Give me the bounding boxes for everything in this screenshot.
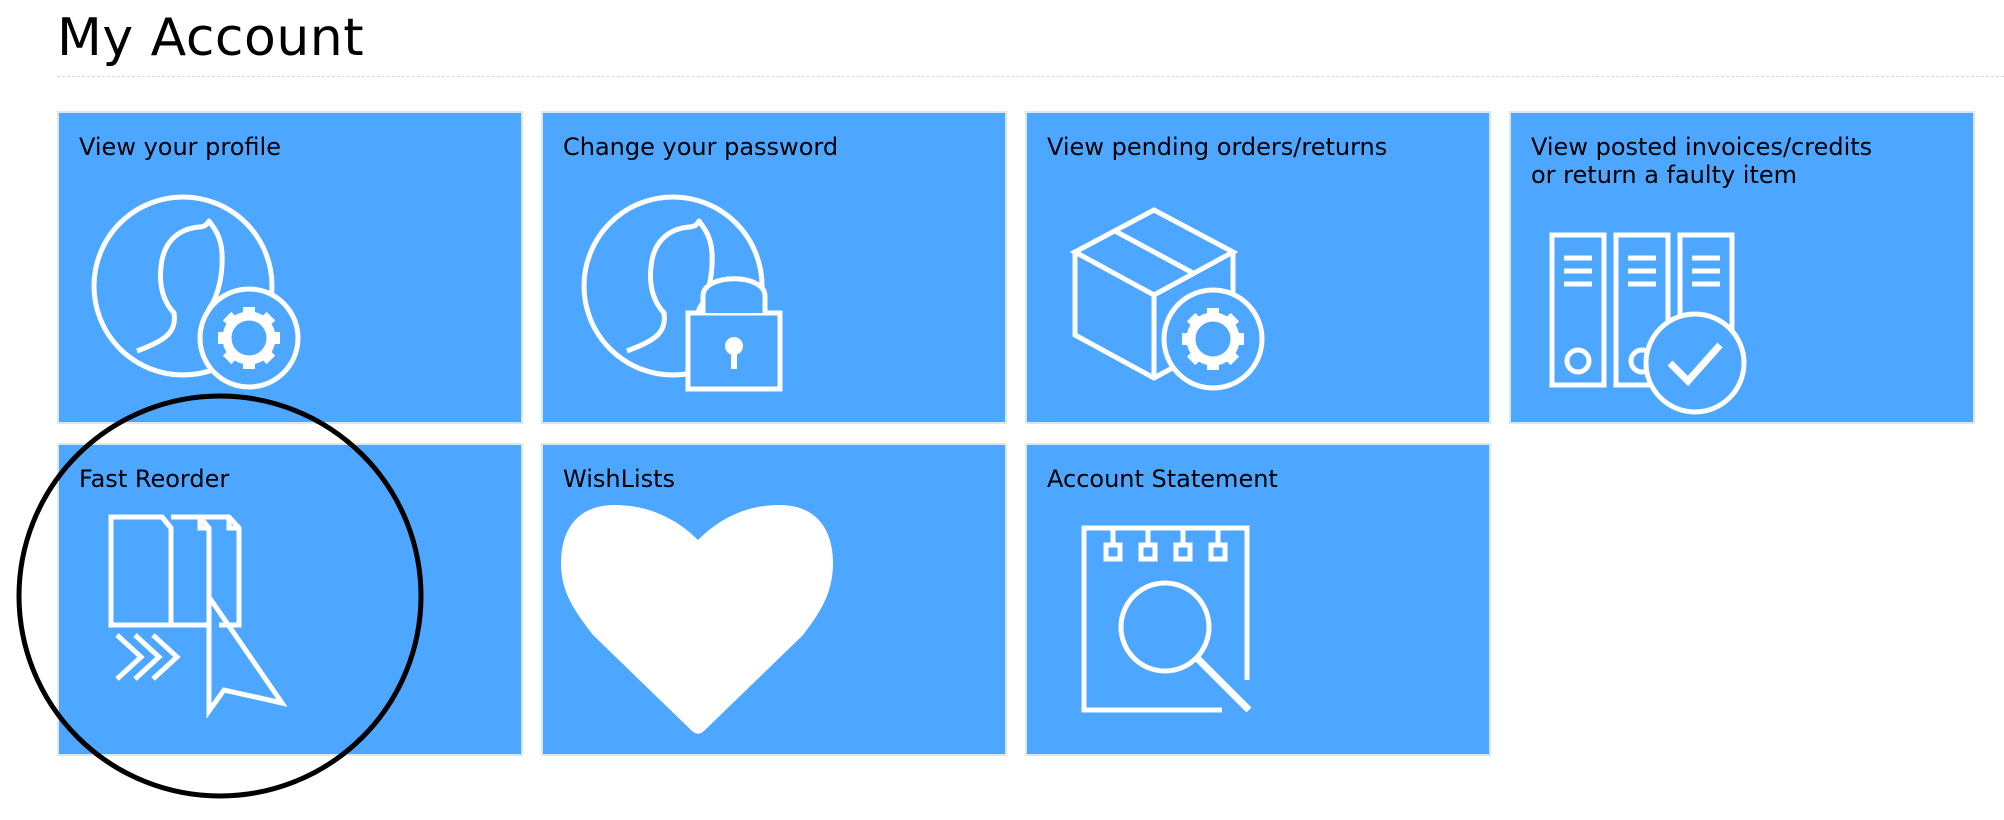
tile-fast-reorder[interactable]: Fast Reorder (57, 443, 523, 756)
tile-posted-invoices[interactable]: View posted invoices/credits or return a… (1509, 111, 1975, 424)
tile-wishlists[interactable]: WishLists (541, 443, 1007, 756)
title-divider (57, 76, 2004, 77)
box-settings-icon (1069, 207, 1265, 391)
tile-view-profile[interactable]: View your profile (57, 111, 523, 424)
profile-settings-icon (91, 194, 301, 390)
tile-pending-orders[interactable]: View pending orders/returns (1025, 111, 1491, 424)
statement-search-icon (1081, 525, 1252, 713)
tile-change-password[interactable]: Change your password (541, 111, 1007, 424)
heart-icon (561, 505, 833, 734)
binders-check-icon (1549, 232, 1747, 415)
tile-account-statement[interactable]: Account Statement (1025, 443, 1491, 756)
page-title: My Account (57, 8, 365, 68)
fast-reorder-icon (108, 514, 288, 719)
profile-lock-icon (581, 194, 783, 392)
